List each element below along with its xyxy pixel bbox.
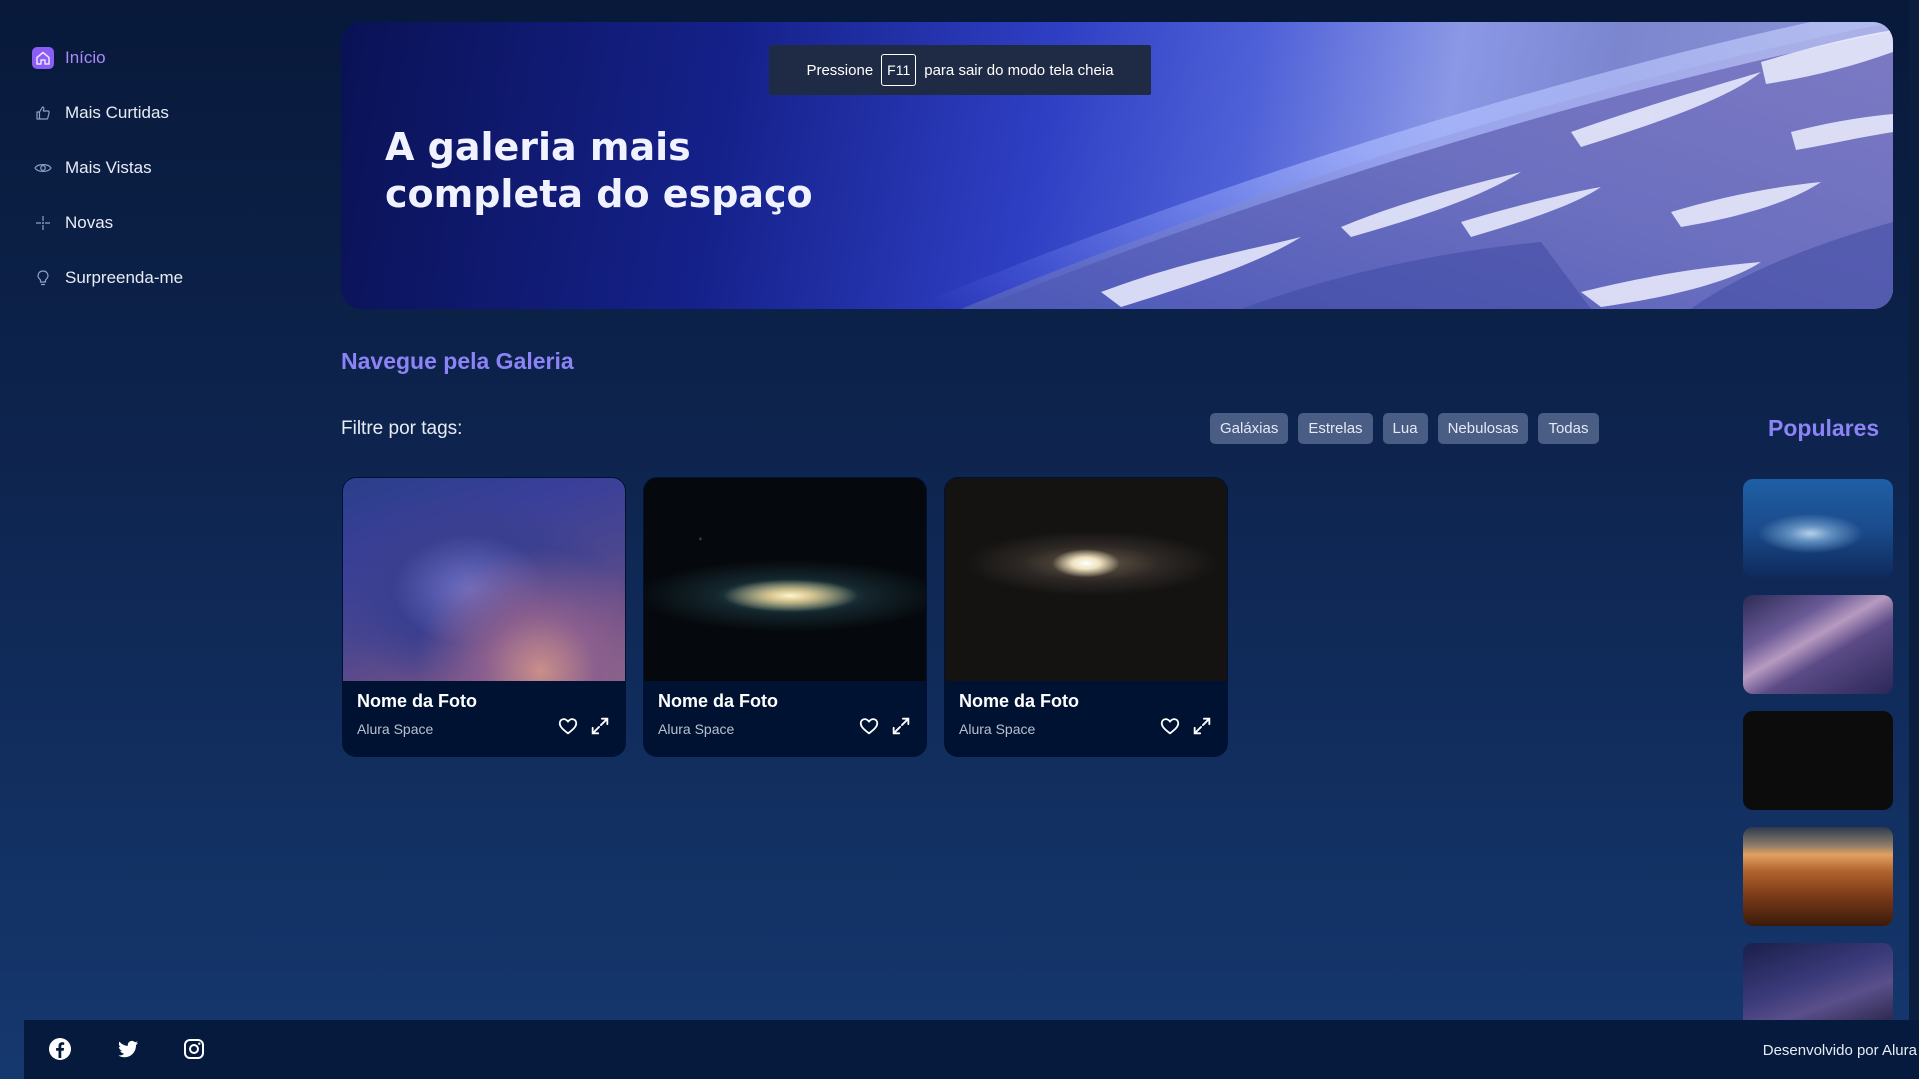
photo-grid: Nome da Foto Alura Space Nome da Foto Al…	[342, 477, 1228, 757]
tag-nebulosas[interactable]: Nebulosas	[1437, 413, 1529, 444]
photo-author: Alura Space	[658, 721, 735, 737]
heart-icon[interactable]	[557, 715, 579, 737]
tag-galaxias[interactable]: Galáxias	[1210, 413, 1289, 444]
photo-author: Alura Space	[959, 721, 1036, 737]
sidebar-item-mais-vistas[interactable]: Mais Vistas	[32, 154, 292, 182]
footer-credit: Desenvolvido por Alura	[1762, 1042, 1917, 1059]
photo-name: Nome da Foto	[357, 691, 477, 711]
twitter-icon[interactable]	[116, 1037, 140, 1061]
sidebar-item-label: Surpreenda-me	[65, 268, 184, 287]
instagram-icon[interactable]	[182, 1037, 206, 1061]
popular-thumb-clouds[interactable]	[1743, 479, 1893, 578]
tag-lua[interactable]: Lua	[1382, 413, 1428, 444]
sidebar-item-label: Mais Curtidas	[65, 103, 169, 122]
gallery-title: Navegue pela Galeria	[341, 348, 574, 374]
f11-key: F11	[881, 54, 917, 86]
filter-label: Filtre por tags:	[341, 418, 463, 439]
sidebar-item-mais-curtidas[interactable]: Mais Curtidas	[32, 99, 292, 127]
photo-card[interactable]: Nome da Foto Alura Space	[944, 477, 1228, 757]
moon-icon	[1805, 742, 1823, 778]
sidebar-item-inicio[interactable]: Início	[32, 44, 292, 72]
photo-author: Alura Space	[357, 721, 434, 737]
galaxy-photo[interactable]	[644, 478, 926, 681]
sparkle-icon	[32, 212, 54, 234]
tag-list: Galáxias Estrelas Lua Nebulosas Todas	[1210, 413, 1599, 444]
heart-icon[interactable]	[858, 715, 880, 737]
eye-icon	[32, 157, 54, 179]
fullscreen-notice-prefix: Pressione	[806, 61, 874, 79]
heart-icon[interactable]	[1159, 715, 1181, 737]
photo-name: Nome da Foto	[658, 691, 778, 711]
thumbs-up-icon	[32, 102, 54, 124]
sidebar-item-novas[interactable]: Novas	[32, 209, 292, 237]
photo-name: Nome da Foto	[959, 691, 1079, 711]
banner-title: A galeria mais completa do espaço	[385, 125, 813, 216]
popular-thumb-moon[interactable]	[1743, 711, 1893, 810]
expand-icon[interactable]	[890, 715, 912, 737]
sidebar-item-surpreenda-me[interactable]: Surpreenda-me	[32, 264, 292, 292]
fullscreen-notice-suffix: para sair do modo tela cheia	[924, 61, 1114, 79]
popular-title: Populares	[1768, 415, 1880, 441]
expand-icon[interactable]	[589, 715, 611, 737]
photo-card[interactable]: Nome da Foto Alura Space	[643, 477, 927, 757]
expand-icon[interactable]	[1191, 715, 1213, 737]
tag-todas[interactable]: Todas	[1538, 413, 1599, 444]
lightbulb-icon	[32, 267, 54, 289]
footer: Desenvolvido por Alura	[24, 1020, 1919, 1079]
photo-card[interactable]: Nome da Foto Alura Space	[342, 477, 626, 757]
home-icon	[32, 47, 54, 69]
tag-estrelas[interactable]: Estrelas	[1298, 413, 1373, 444]
fullscreen-notice: Pressione F11 para sair do modo tela che…	[769, 45, 1151, 95]
popular-thumb-milky-way[interactable]	[1743, 595, 1893, 694]
sidebar-item-label: Início	[65, 48, 106, 67]
sidebar: Início Mais Curtidas Mais Vistas Novas S…	[32, 44, 292, 319]
sidebar-item-label: Novas	[65, 213, 114, 232]
popular-list	[1743, 479, 1893, 1042]
scrollbar[interactable]	[1909, 0, 1919, 1020]
milky-way-photo[interactable]	[343, 478, 625, 681]
sidebar-item-label: Mais Vistas	[65, 158, 152, 177]
facebook-icon[interactable]	[48, 1037, 72, 1061]
popular-thumb-desert[interactable]	[1743, 827, 1893, 926]
andromeda-photo[interactable]	[945, 478, 1227, 681]
